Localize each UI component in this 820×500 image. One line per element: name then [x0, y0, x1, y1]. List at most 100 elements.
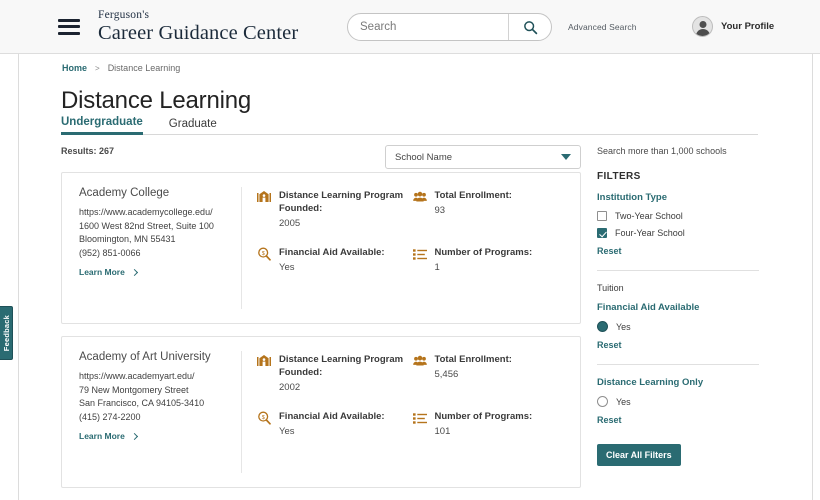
fact-financial-aid: $ Financial Aid Available: Yes	[257, 410, 413, 438]
tab-undergraduate[interactable]: Undergraduate	[61, 116, 143, 135]
bank-building-icon	[257, 190, 271, 204]
fact-enrollment-label: Total Enrollment:	[434, 354, 512, 365]
result-card-facts: Distance Learning Program Founded: 2005	[242, 187, 580, 309]
bank-building-icon	[257, 354, 271, 368]
fact-financial-aid-value: Yes	[279, 426, 295, 437]
advanced-search-link[interactable]: Advanced Search	[568, 22, 637, 32]
filter-distance-learning-title: Distance Learning Only	[597, 377, 704, 388]
magnifier-dollar-icon: $	[257, 247, 271, 261]
checkbox-unchecked-icon	[597, 211, 607, 221]
result-card-facts: Distance Learning Program Founded: 2002	[242, 351, 580, 473]
reset-institution-type-link[interactable]: Reset	[597, 246, 759, 256]
school-phone: (415) 274-2200	[79, 411, 141, 422]
fact-financial-aid-value: Yes	[279, 262, 295, 273]
checkbox-four-year-school[interactable]: Four-Year School	[597, 228, 759, 238]
profile-label: Your Profile	[721, 21, 775, 32]
fact-founded-label: Distance Learning Program Founded:	[279, 354, 404, 378]
people-group-icon	[412, 354, 427, 368]
feedback-tab-label: Feedback	[1, 314, 11, 352]
school-address-line1: 1600 West 82nd Street, Suite 100	[79, 220, 214, 231]
breadcrumb-separator-icon: >	[95, 63, 100, 73]
fact-programs: Number of Programs: 1	[412, 246, 569, 274]
svg-text:$: $	[262, 251, 265, 257]
fact-programs-value: 101	[434, 426, 451, 437]
checkbox-four-year-school-label: Four-Year School	[615, 228, 685, 238]
school-phone: (952) 851-0066	[79, 247, 141, 258]
breadcrumb-home-link[interactable]: Home	[62, 63, 87, 73]
brand-top-text: Ferguson's	[98, 8, 150, 21]
fact-founded-value: 2002	[279, 382, 301, 393]
list-icon	[412, 411, 427, 425]
radio-unselected-icon	[597, 396, 608, 407]
tuition-section-label: Tuition	[597, 283, 624, 293]
school-address-line2: Bloomington, MN 55431	[79, 234, 176, 244]
fact-programs-value: 1	[434, 262, 440, 273]
filter-divider	[597, 270, 759, 271]
result-card-info: Academy of Art University https://www.ac…	[62, 351, 242, 473]
reset-distance-learning-link[interactable]: Reset	[597, 415, 759, 425]
school-url: https://www.academyart.edu/	[79, 371, 195, 381]
list-icon	[412, 247, 427, 261]
school-address-line1: 79 New Montgomery Street	[79, 384, 189, 395]
fact-financial-aid-label: Financial Aid Available:	[279, 247, 385, 258]
radio-distance-learning-yes[interactable]: Yes	[597, 396, 759, 407]
clear-all-filters-button[interactable]: Clear All Filters	[597, 444, 681, 466]
fact-founded: Distance Learning Program Founded: 2002	[257, 353, 413, 394]
filters-sidebar: Search more than 1,000 schools FILTERS I…	[597, 146, 759, 466]
sort-by-select[interactable]: School Name	[385, 145, 581, 169]
learn-more-link[interactable]: Learn More	[79, 267, 227, 277]
magnifier-dollar-icon: $	[257, 411, 271, 425]
svg-text:$: $	[262, 415, 265, 421]
results-count: Results: 267	[61, 146, 115, 156]
hamburger-icon[interactable]	[58, 18, 80, 35]
filters-heading: FILTERS	[597, 171, 641, 182]
search-button[interactable]	[508, 14, 551, 40]
radio-distance-learning-yes-label: Yes	[616, 396, 631, 407]
fact-financial-aid-label: Financial Aid Available:	[279, 411, 385, 422]
chevron-down-icon	[561, 154, 571, 160]
people-group-icon	[412, 190, 427, 204]
checkbox-checked-icon	[597, 228, 607, 238]
brand-main-text: Career Guidance Center	[98, 22, 299, 44]
feedback-tab[interactable]: Feedback	[0, 306, 13, 360]
brand-logo[interactable]: Ferguson's Career Guidance Center	[98, 8, 299, 44]
filter-divider	[597, 364, 759, 365]
learn-more-label: Learn More	[79, 267, 125, 277]
tab-graduate[interactable]: Graduate	[169, 118, 217, 134]
checkbox-two-year-school-label: Two-Year School	[615, 211, 683, 221]
breadcrumb-current: Distance Learning	[107, 63, 181, 73]
search-input[interactable]	[348, 14, 508, 40]
app-page: Ferguson's Career Guidance Center Advanc…	[0, 0, 820, 500]
school-name: Academy of Art University	[79, 351, 211, 363]
search-bar[interactable]	[347, 13, 552, 41]
fact-financial-aid: $ Financial Aid Available: Yes	[257, 246, 413, 274]
chevron-right-icon	[130, 268, 138, 276]
sort-selected-value: School Name	[395, 151, 453, 163]
radio-financial-aid-yes-label: Yes	[616, 321, 631, 332]
fact-programs-label: Number of Programs:	[434, 247, 533, 258]
fact-enrollment-value: 93	[434, 205, 446, 216]
fact-founded-label: Distance Learning Program Founded:	[279, 190, 404, 214]
fact-programs: Number of Programs: 101	[412, 410, 569, 438]
filter-institution-type-title: Institution Type	[597, 192, 668, 203]
fact-founded: Distance Learning Program Founded: 2005	[257, 189, 413, 230]
learn-more-label: Learn More	[79, 431, 125, 441]
fact-enrollment: Total Enrollment: 93	[412, 189, 569, 230]
filter-group-distance-learning: Distance Learning Only Yes Reset	[597, 377, 759, 425]
fact-programs-label: Number of Programs:	[434, 411, 533, 422]
breadcrumb: Home > Distance Learning	[62, 63, 180, 73]
result-card[interactable]: Academy of Art University https://www.ac…	[61, 336, 581, 488]
learn-more-link[interactable]: Learn More	[79, 431, 227, 441]
result-card[interactable]: Academy College https://www.academycolle…	[61, 172, 581, 324]
reset-tuition-link[interactable]: Reset	[597, 340, 759, 350]
checkbox-two-year-school[interactable]: Two-Year School	[597, 211, 759, 221]
results-list: Academy College https://www.academycolle…	[61, 172, 581, 500]
fact-enrollment-value: 5,456	[434, 369, 459, 380]
your-profile-button[interactable]: Your Profile	[692, 16, 774, 37]
school-address-line2: San Francisco, CA 94105-3410	[79, 398, 205, 408]
radio-financial-aid-yes[interactable]: Yes	[597, 321, 759, 332]
search-icon	[523, 20, 537, 34]
fact-founded-value: 2005	[279, 218, 301, 229]
result-card-info: Academy College https://www.academycolle…	[62, 187, 242, 309]
filter-financial-aid-title: Financial Aid Available	[597, 302, 700, 313]
